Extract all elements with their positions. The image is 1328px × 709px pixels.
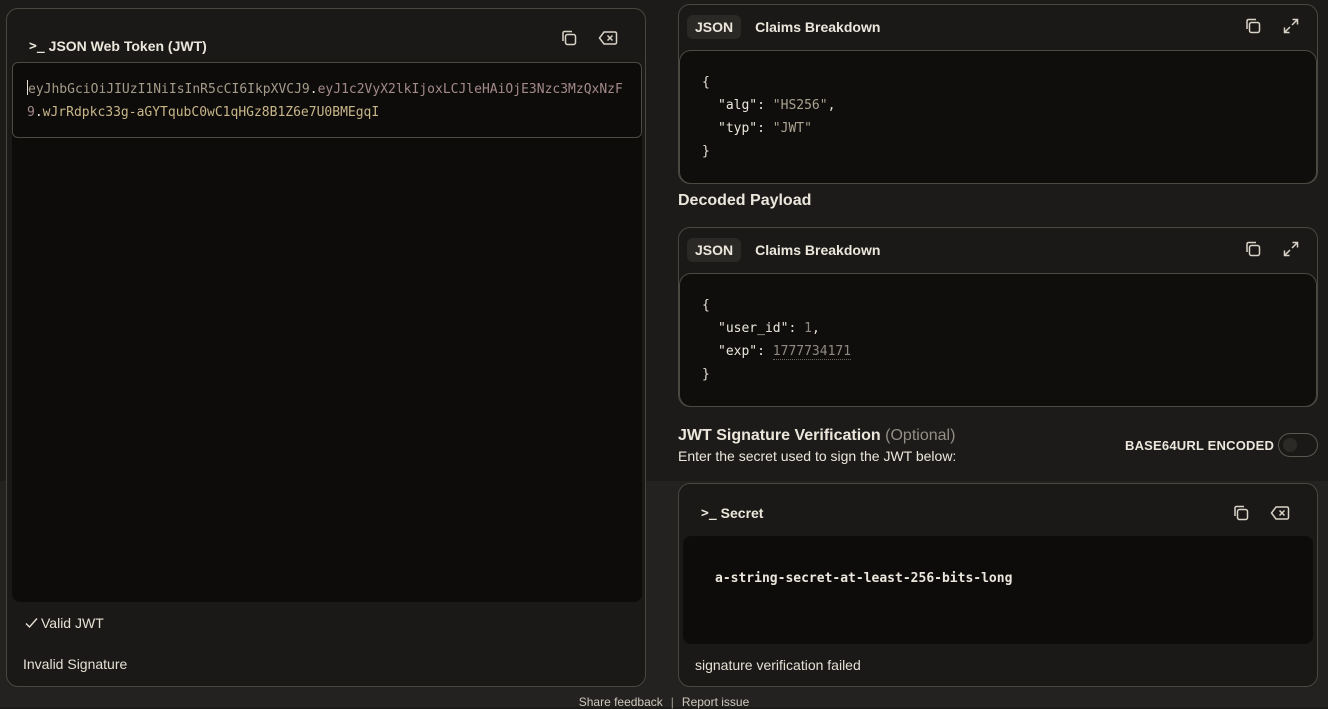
copy-icon bbox=[562, 30, 577, 46]
token-title-text: JSON Web Token (JWT) bbox=[48, 38, 207, 54]
expand-icon bbox=[1283, 241, 1299, 257]
header-json-view[interactable]: { "alg": "HS256", "typ": "JWT" } bbox=[679, 50, 1317, 184]
copy-icon bbox=[1234, 505, 1249, 521]
copy-payload-button[interactable] bbox=[1243, 239, 1263, 259]
base64url-toggle[interactable] bbox=[1278, 433, 1318, 457]
user-id-line: "user_id": 1, bbox=[718, 321, 820, 336]
clear-icon bbox=[1270, 506, 1290, 520]
tab-json[interactable]: JSON bbox=[687, 238, 742, 262]
copy-token-button[interactable] bbox=[559, 28, 579, 48]
token-input[interactable]: eyJhbGciOiJIUzI1NiIsInR5cCI6IkpXVCJ9.eyJ… bbox=[12, 62, 642, 138]
typ-line: "typ": "JWT" bbox=[718, 121, 812, 136]
tab-claims-breakdown[interactable]: Claims Breakdown bbox=[747, 15, 888, 39]
token-header-segment: eyJhbGciOiJIUzI1NiIsInR5cCI6IkpXVCJ9 bbox=[28, 82, 310, 97]
encoded-token-card: >_ JSON Web Token (JWT) eyJhbGciOiJIUzI1… bbox=[6, 8, 646, 687]
header-tab-bar: JSON Claims Breakdown bbox=[687, 14, 888, 40]
payload-tab-bar: JSON Claims Breakdown bbox=[687, 237, 888, 263]
token-editor[interactable]: eyJhbGciOiJIUzI1NiIsInR5cCI6IkpXVCJ9.eyJ… bbox=[12, 62, 642, 602]
toggle-knob bbox=[1283, 438, 1297, 452]
check-icon bbox=[25, 618, 38, 629]
terminal-icon: >_ bbox=[701, 505, 717, 521]
secret-input[interactable]: a-string-secret-at-least-256-bits-long bbox=[683, 536, 1313, 644]
secret-title: >_ Secret bbox=[701, 505, 764, 521]
verification-title: JWT Signature Verification (Optional) bbox=[678, 427, 956, 444]
valid-jwt-status: Valid JWT bbox=[25, 615, 104, 631]
decoded-payload-label: Decoded Payload bbox=[678, 192, 812, 209]
verification-subtitle: Enter the secret used to sign the JWT be… bbox=[678, 448, 957, 464]
verification-status: signature verification failed bbox=[695, 657, 861, 673]
tab-claims-breakdown[interactable]: Claims Breakdown bbox=[747, 238, 888, 262]
clear-token-button[interactable] bbox=[598, 28, 618, 48]
copy-secret-button[interactable] bbox=[1231, 503, 1251, 523]
payload-json-view[interactable]: { "user_id": 1, "exp": 1777734171 } bbox=[679, 273, 1317, 407]
terminal-icon: >_ bbox=[29, 38, 45, 54]
optional-label: (Optional) bbox=[885, 427, 956, 444]
decoded-header-card: JSON Claims Breakdown { "alg": "HS256", … bbox=[678, 4, 1318, 184]
expand-icon bbox=[1283, 18, 1299, 34]
clear-icon bbox=[598, 31, 618, 45]
signature-status: Invalid Signature bbox=[23, 656, 128, 672]
alg-line: "alg": "HS256", bbox=[718, 98, 836, 113]
token-signature-segment: wJrRdpkc33g-aGYTqubC0wC1qHGz8B1Z6e7U0BME… bbox=[42, 104, 380, 120]
tab-json[interactable]: JSON bbox=[687, 15, 742, 39]
base64url-label: BASE64URL ENCODED bbox=[1125, 438, 1275, 453]
clear-secret-button[interactable] bbox=[1270, 503, 1290, 523]
valid-jwt-text: Valid JWT bbox=[41, 615, 104, 631]
expand-header-button[interactable] bbox=[1281, 16, 1301, 36]
exp-line: "exp": 1777734171 bbox=[718, 344, 852, 360]
copy-icon bbox=[1246, 241, 1261, 257]
copy-header-button[interactable] bbox=[1243, 16, 1263, 36]
secret-card: >_ Secret a-string-secret-at-least-256-b… bbox=[678, 483, 1318, 687]
expand-payload-button[interactable] bbox=[1281, 239, 1301, 259]
copy-icon bbox=[1246, 18, 1261, 34]
token-card-title: >_ JSON Web Token (JWT) bbox=[29, 38, 207, 54]
decoded-payload-card: JSON Claims Breakdown { "user_id": 1, "e… bbox=[678, 227, 1318, 407]
